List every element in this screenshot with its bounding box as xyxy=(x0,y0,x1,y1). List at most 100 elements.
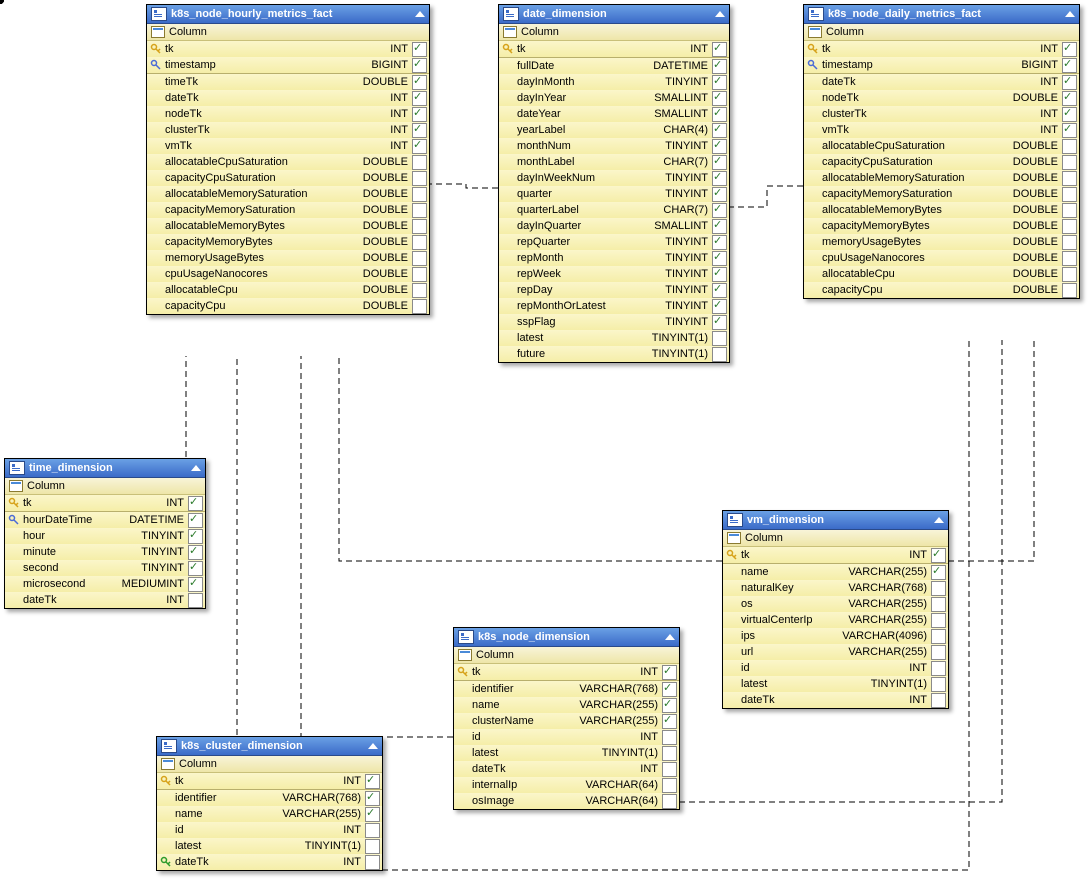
column-row[interactable]: dateYearSMALLINT xyxy=(499,106,729,122)
column-row[interactable]: nameVARCHAR(255) xyxy=(454,697,679,713)
column-row[interactable]: timestampBIGINT xyxy=(804,57,1079,73)
null-checkbox[interactable] xyxy=(188,496,203,511)
column-row[interactable]: naturalKeyVARCHAR(768) xyxy=(723,580,948,596)
column-row[interactable]: repWeekTINYINT xyxy=(499,266,729,282)
column-row[interactable]: monthNumTINYINT xyxy=(499,138,729,154)
column-row[interactable]: dayInQuarterSMALLINT xyxy=(499,218,729,234)
column-row[interactable]: hourDateTimeDATETIME xyxy=(5,511,205,528)
column-row[interactable]: tkINT xyxy=(723,547,948,563)
null-checkbox[interactable] xyxy=(712,107,727,122)
null-checkbox[interactable] xyxy=(412,155,427,170)
null-checkbox[interactable] xyxy=(1062,58,1077,73)
column-row[interactable]: capacityCpuSaturationDOUBLE xyxy=(147,170,429,186)
column-row[interactable]: clusterNameVARCHAR(255) xyxy=(454,713,679,729)
column-row[interactable]: vmTkINT xyxy=(804,122,1079,138)
column-row[interactable]: allocatableCpuSaturationDOUBLE xyxy=(804,138,1079,154)
column-row[interactable]: tkINT xyxy=(147,41,429,57)
column-row[interactable]: tkINT xyxy=(454,664,679,680)
column-row[interactable]: secondTINYINT xyxy=(5,560,205,576)
null-checkbox[interactable] xyxy=(712,331,727,346)
column-row[interactable]: dateTkINT xyxy=(147,90,429,106)
null-checkbox[interactable] xyxy=(712,235,727,250)
column-row[interactable]: monthLabelCHAR(7) xyxy=(499,154,729,170)
null-checkbox[interactable] xyxy=(365,807,380,822)
column-row[interactable]: clusterTkINT xyxy=(147,122,429,138)
null-checkbox[interactable] xyxy=(412,171,427,186)
null-checkbox[interactable] xyxy=(712,75,727,90)
null-checkbox[interactable] xyxy=(1062,171,1077,186)
column-row[interactable]: nodeTkINT xyxy=(147,106,429,122)
null-checkbox[interactable] xyxy=(188,561,203,576)
entity-node[interactable]: k8s_node_dimensionColumntkINTidentifierV… xyxy=(453,627,680,810)
null-checkbox[interactable] xyxy=(931,548,946,563)
collapse-icon[interactable] xyxy=(1065,11,1075,17)
null-checkbox[interactable] xyxy=(712,219,727,234)
null-checkbox[interactable] xyxy=(712,171,727,186)
column-row[interactable]: identifierVARCHAR(768) xyxy=(454,680,679,697)
null-checkbox[interactable] xyxy=(1062,155,1077,170)
null-checkbox[interactable] xyxy=(412,75,427,90)
column-row[interactable]: cpuUsageNanocoresDOUBLE xyxy=(804,250,1079,266)
column-row[interactable]: dateTkINT xyxy=(804,73,1079,90)
null-checkbox[interactable] xyxy=(931,613,946,628)
column-row[interactable]: microsecondMEDIUMINT xyxy=(5,576,205,592)
null-checkbox[interactable] xyxy=(712,267,727,282)
column-row[interactable]: osVARCHAR(255) xyxy=(723,596,948,612)
column-row[interactable]: hourTINYINT xyxy=(5,528,205,544)
column-row[interactable]: vmTkINT xyxy=(147,138,429,154)
null-checkbox[interactable] xyxy=(712,155,727,170)
null-checkbox[interactable] xyxy=(412,107,427,122)
null-checkbox[interactable] xyxy=(931,565,946,580)
entity-hourly[interactable]: k8s_node_hourly_metrics_factColumntkINTt… xyxy=(146,4,430,315)
column-row[interactable]: latestTINYINT(1) xyxy=(499,330,729,346)
null-checkbox[interactable] xyxy=(662,714,677,729)
column-row[interactable]: memoryUsageBytesDOUBLE xyxy=(804,234,1079,250)
null-checkbox[interactable] xyxy=(662,794,677,809)
collapse-icon[interactable] xyxy=(191,465,201,471)
column-row[interactable]: capacityMemorySaturationDOUBLE xyxy=(147,202,429,218)
column-row[interactable]: timeTkDOUBLE xyxy=(147,73,429,90)
collapse-icon[interactable] xyxy=(665,634,675,640)
collapse-icon[interactable] xyxy=(368,743,378,749)
null-checkbox[interactable] xyxy=(662,665,677,680)
entity-time[interactable]: time_dimensionColumntkINThourDateTimeDAT… xyxy=(4,458,206,609)
column-row[interactable]: internalIpVARCHAR(64) xyxy=(454,777,679,793)
null-checkbox[interactable] xyxy=(188,593,203,608)
column-row[interactable]: ipsVARCHAR(4096) xyxy=(723,628,948,644)
column-row[interactable]: tkINT xyxy=(499,41,729,57)
null-checkbox[interactable] xyxy=(1062,75,1077,90)
null-checkbox[interactable] xyxy=(712,123,727,138)
null-checkbox[interactable] xyxy=(931,629,946,644)
null-checkbox[interactable] xyxy=(1062,251,1077,266)
null-checkbox[interactable] xyxy=(712,139,727,154)
null-checkbox[interactable] xyxy=(365,774,380,789)
column-row[interactable]: repQuarterTINYINT xyxy=(499,234,729,250)
column-row[interactable]: dateTkINT xyxy=(5,592,205,608)
null-checkbox[interactable] xyxy=(1062,123,1077,138)
column-row[interactable]: minuteTINYINT xyxy=(5,544,205,560)
column-row[interactable]: capacityMemoryBytesDOUBLE xyxy=(147,234,429,250)
column-row[interactable]: dayInYearSMALLINT xyxy=(499,90,729,106)
null-checkbox[interactable] xyxy=(712,187,727,202)
null-checkbox[interactable] xyxy=(188,529,203,544)
null-checkbox[interactable] xyxy=(412,58,427,73)
entity-title-bar[interactable]: date_dimension xyxy=(499,5,729,24)
column-row[interactable]: allocatableMemoryBytesDOUBLE xyxy=(804,202,1079,218)
null-checkbox[interactable] xyxy=(188,545,203,560)
column-row[interactable]: latestTINYINT(1) xyxy=(723,676,948,692)
null-checkbox[interactable] xyxy=(188,577,203,592)
column-row[interactable]: timestampBIGINT xyxy=(147,57,429,73)
collapse-icon[interactable] xyxy=(934,517,944,523)
column-row[interactable]: capacityCpuDOUBLE xyxy=(804,282,1079,298)
null-checkbox[interactable] xyxy=(412,203,427,218)
null-checkbox[interactable] xyxy=(662,730,677,745)
null-checkbox[interactable] xyxy=(662,746,677,761)
null-checkbox[interactable] xyxy=(712,42,727,57)
column-row[interactable]: repMonthTINYINT xyxy=(499,250,729,266)
column-row[interactable]: latestTINYINT(1) xyxy=(454,745,679,761)
entity-title-bar[interactable]: k8s_node_hourly_metrics_fact xyxy=(147,5,429,24)
entity-vm[interactable]: vm_dimensionColumntkINTnameVARCHAR(255)n… xyxy=(722,510,949,709)
column-row[interactable]: dateTkINT xyxy=(454,761,679,777)
entity-title-bar[interactable]: time_dimension xyxy=(5,459,205,478)
column-row[interactable]: tkINT xyxy=(804,41,1079,57)
